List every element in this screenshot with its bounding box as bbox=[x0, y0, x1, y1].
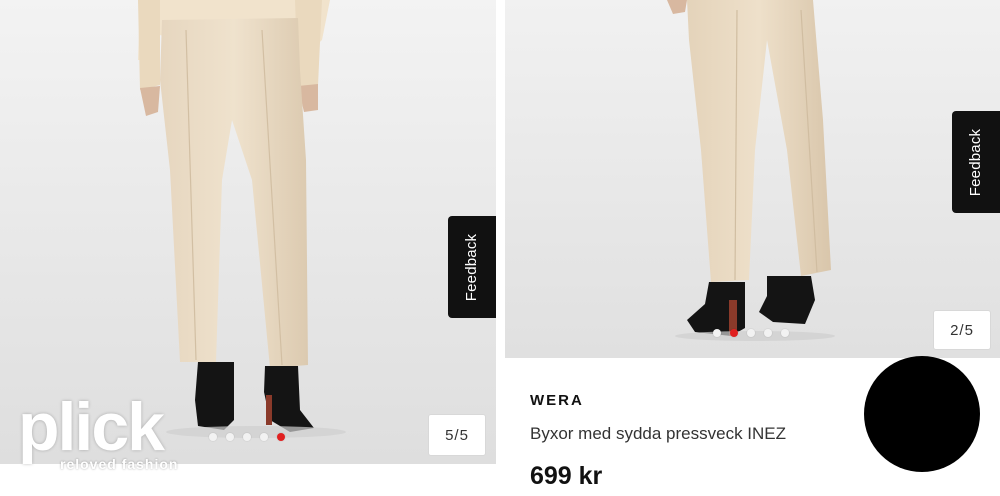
logo-wordmark: plick bbox=[18, 389, 165, 465]
carousel-dot[interactable] bbox=[260, 433, 268, 441]
feedback-tab[interactable]: Feedback bbox=[448, 216, 496, 318]
plick-logo: plick reloved fashion bbox=[18, 388, 193, 478]
carousel-dot[interactable] bbox=[781, 329, 789, 337]
product-title: Byxor med sydda pressveck INEZ bbox=[530, 424, 787, 443]
carousel-dot[interactable] bbox=[209, 433, 217, 441]
product-photo[interactable] bbox=[505, 0, 1000, 358]
logo-tagline: reloved fashion bbox=[60, 456, 179, 472]
carousel-dot[interactable] bbox=[764, 329, 772, 337]
product-image-panel-left: Feedback 5/5 plick reloved fashion bbox=[0, 0, 496, 496]
product-price: 699 kr bbox=[530, 462, 603, 490]
carousel-dot[interactable] bbox=[226, 433, 234, 441]
image-counter-text: 2/5 bbox=[950, 321, 974, 339]
product-detail-panel-right: Feedback 2/5 WERA Byxor med sydda pressv… bbox=[505, 0, 1000, 496]
redaction-circle bbox=[864, 356, 980, 472]
carousel-dot[interactable] bbox=[243, 433, 251, 441]
image-counter: 5/5 bbox=[428, 414, 486, 456]
feedback-label: Feedback bbox=[463, 233, 481, 301]
product-brand[interactable]: WERA bbox=[530, 392, 584, 409]
carousel-dot-active[interactable] bbox=[277, 433, 285, 441]
image-counter-text: 5/5 bbox=[445, 426, 469, 444]
carousel-dots bbox=[209, 433, 285, 441]
feedback-tab[interactable]: Feedback bbox=[952, 111, 1000, 213]
feedback-label: Feedback bbox=[967, 128, 985, 196]
carousel-dot[interactable] bbox=[713, 329, 721, 337]
product-photo-illustration bbox=[505, 0, 1000, 358]
image-counter: 2/5 bbox=[933, 310, 991, 350]
carousel-dot[interactable] bbox=[747, 329, 755, 337]
panel-divider bbox=[496, 0, 505, 496]
carousel-dots bbox=[713, 329, 789, 337]
carousel-dot-active[interactable] bbox=[730, 329, 738, 337]
